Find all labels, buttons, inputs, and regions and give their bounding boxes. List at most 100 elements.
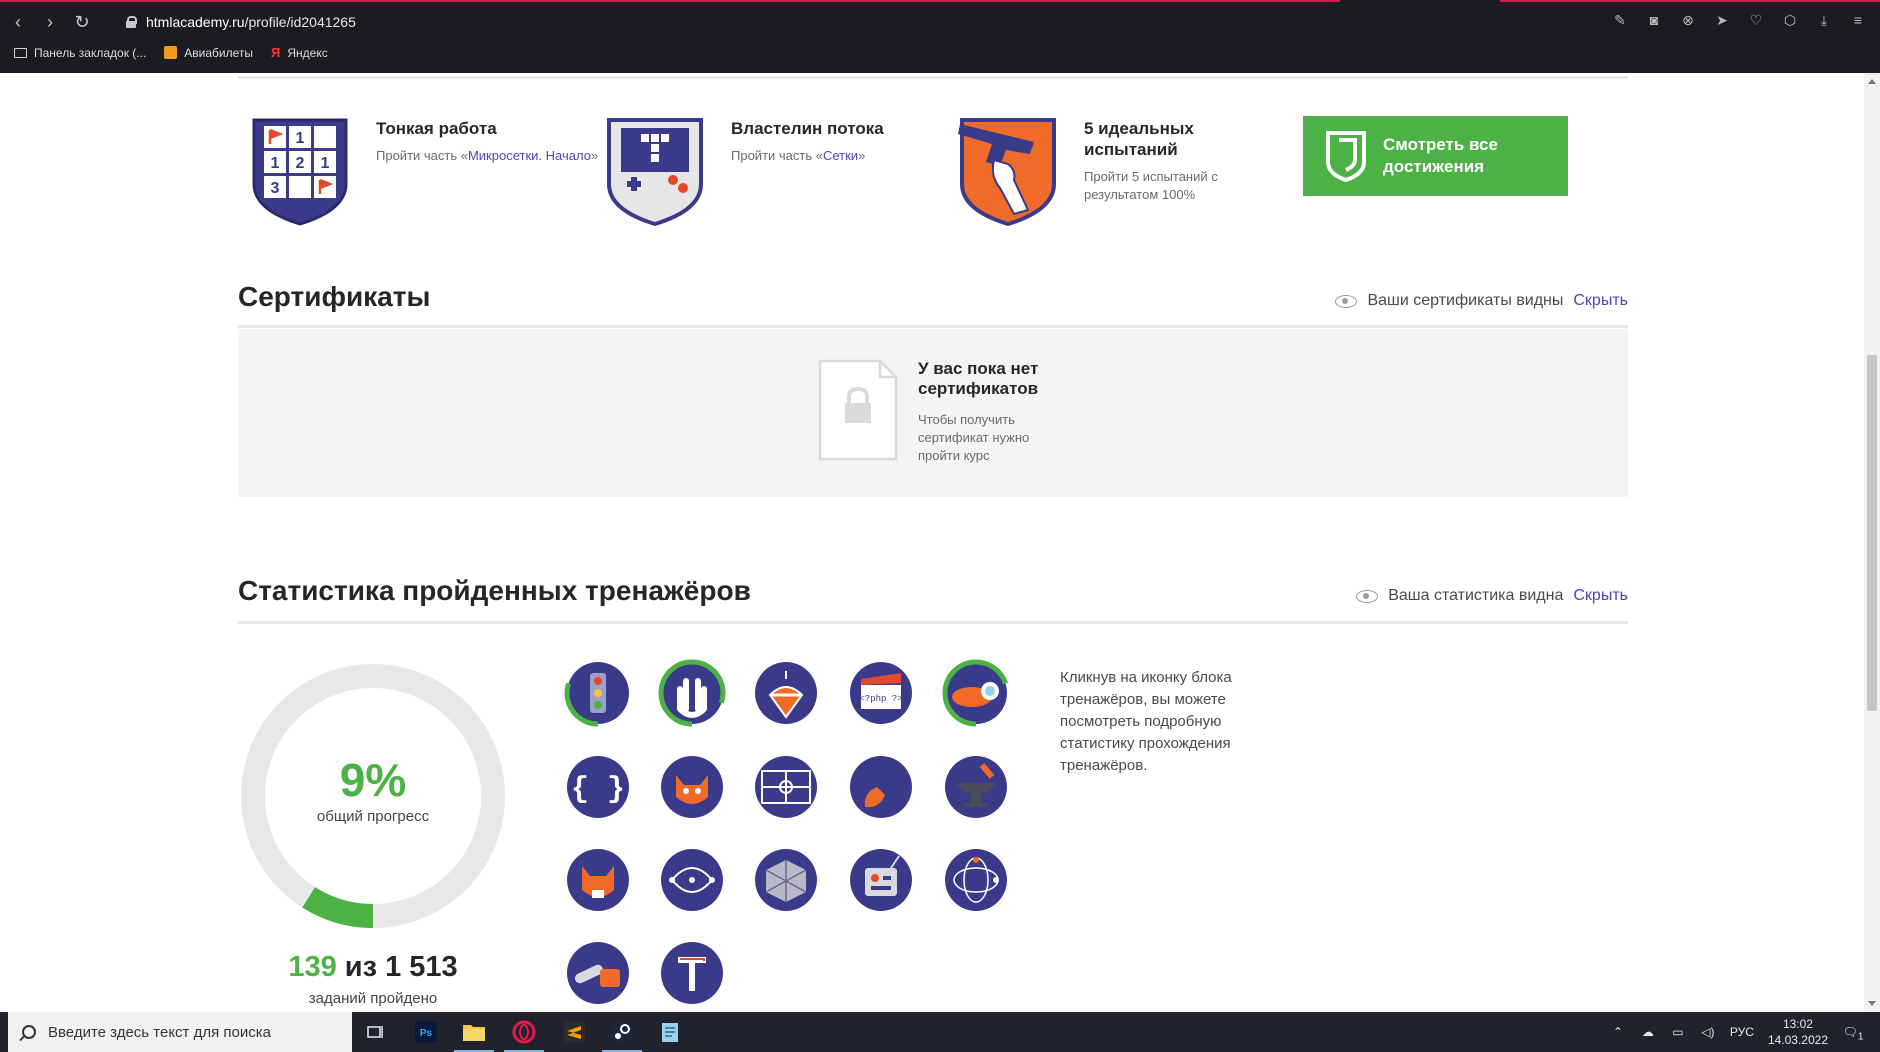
stats-title: Статистика пройденных тренажёров (238, 575, 751, 606)
task-view-button[interactable] (352, 1012, 400, 1052)
camera-icon[interactable]: ◙ (1646, 12, 1662, 28)
menu-icon[interactable]: ≡ (1850, 12, 1866, 28)
svg-text:2: 2 (296, 155, 305, 172)
tasks-total: 1 513 (385, 951, 458, 983)
remote-control-icon (850, 849, 912, 911)
cube-grid-icon (755, 849, 817, 911)
trainer-block-5[interactable] (942, 659, 1010, 727)
trainer-block-2[interactable] (658, 659, 726, 727)
download-icon[interactable]: ⤓ (1816, 12, 1832, 28)
trainer-block-9[interactable] (847, 753, 915, 821)
achievement-card[interactable]: 5 идеальных испытаний Пройти 5 испытаний… (956, 114, 1234, 226)
achievement-title: Властелин потока (731, 119, 884, 138)
system-tray: ⌃ ☁ ▭ ◁) РУС 13:02 14.03.2022 🗨1 (1610, 1012, 1880, 1052)
sports-field-icon (755, 756, 817, 818)
opera-gx-app[interactable] (500, 1012, 548, 1052)
trainer-block-15[interactable] (942, 846, 1010, 914)
edit-icon[interactable]: ✎ (1612, 12, 1628, 28)
trainer-block-11[interactable] (564, 846, 632, 914)
search-icon (22, 1025, 36, 1039)
trainer-block-7[interactable] (658, 753, 726, 821)
folder-icon (14, 47, 27, 58)
curly-braces-icon: { } (567, 756, 629, 818)
pistol-badge-icon (958, 118, 1056, 226)
bookmarks-bar: Панель закладок (... Авиабилеты Я Яндекс (14, 45, 328, 60)
achievement-title: 5 идеальных испытаний (1084, 119, 1194, 159)
forward-icon[interactable]: › (38, 10, 62, 34)
scroll-up-icon[interactable] (1868, 79, 1876, 84)
file-explorer-app[interactable] (450, 1012, 498, 1052)
chevron-up-icon[interactable]: ⌃ (1610, 1025, 1626, 1039)
trainer-block-6[interactable]: { } (564, 753, 632, 821)
certificates-visibility: Ваши сертификаты видны Скрыть (1335, 292, 1628, 310)
back-icon[interactable]: ‹ (6, 10, 30, 34)
tasks-count: 139 из 1 513 (288, 951, 458, 983)
trainer-block-12[interactable] (658, 846, 726, 914)
reload-icon[interactable]: ↻ (70, 10, 94, 34)
view-all-achievements-button[interactable]: Смотреть все достижения (1303, 116, 1568, 196)
trainer-block-14[interactable] (847, 846, 915, 914)
trainer-block-4[interactable]: <?php ?> (847, 659, 915, 727)
gameboy-badge-icon (607, 118, 703, 226)
svg-text:Ps: Ps (420, 1028, 433, 1039)
scroll-down-icon[interactable] (1868, 1001, 1876, 1006)
progress-label: общий прогресс (316, 808, 430, 825)
photoshop-app[interactable]: Ps (402, 1012, 450, 1052)
tasks-done: 139 (288, 951, 337, 983)
stats-hide-link[interactable]: Скрыть (1573, 587, 1628, 605)
spinning-top-icon (755, 662, 817, 724)
trainer-block-1[interactable] (564, 659, 632, 727)
cloud-icon[interactable]: ☁ (1640, 1025, 1656, 1039)
yandex-icon: Я (271, 45, 281, 60)
heart-icon[interactable]: ♡ (1748, 12, 1764, 28)
submarine-icon (942, 659, 1010, 727)
divider (238, 621, 1628, 624)
page-scrollbar[interactable] (1864, 73, 1880, 1012)
network-icon[interactable]: ▭ (1670, 1025, 1686, 1039)
tab-indicator (1500, 0, 1880, 2)
taskbar-search[interactable]: Введите здесь текст для поиска (8, 1012, 352, 1052)
certificates-title: Сертификаты (238, 281, 431, 312)
minesweeper-badge-icon: 11 2 13 (252, 118, 348, 226)
fox-cup-icon (567, 849, 629, 911)
sublime-app[interactable] (550, 1012, 598, 1052)
achievement-link[interactable]: Сетки (823, 148, 858, 163)
view-all-achievements-label: Смотреть все достижения (1383, 135, 1498, 176)
svg-text:3: 3 (271, 180, 280, 197)
typography-t-icon (661, 942, 723, 1004)
divider (238, 325, 1628, 328)
achievement-link[interactable]: Микросетки. Начало (468, 148, 591, 163)
send-icon[interactable]: ➤ (1714, 12, 1730, 28)
bookmark-folder[interactable]: Панель закладок (... (14, 46, 146, 60)
achievement-desc: Пройти часть «Сетки» (731, 148, 866, 163)
cube-icon[interactable]: ⬡ (1782, 12, 1798, 28)
taskbar-search-placeholder: Введите здесь текст для поиска (48, 1023, 271, 1041)
trainer-block-3[interactable] (752, 659, 820, 727)
trainer-block-13[interactable] (752, 846, 820, 914)
locked-document-icon (818, 359, 898, 461)
trainer-block-16[interactable] (564, 939, 632, 1007)
certificates-empty-title: У вас пока нет сертификатов (918, 359, 1039, 398)
trainer-block-17[interactable] (658, 939, 726, 1007)
stats-visibility: Ваша статистика видна Скрыть (1356, 587, 1628, 605)
notifications-icon[interactable]: 🗨1 (1842, 1025, 1864, 1042)
svg-text:1: 1 (321, 155, 330, 172)
notepad-app[interactable] (646, 1012, 694, 1052)
scrollbar-thumb[interactable] (1867, 355, 1877, 711)
address-bar[interactable]: htmlacademy.ru/profile/id2041265 (126, 11, 356, 33)
achievement-card[interactable]: 11213 Тонкая работа Пройти часть «Микрос… (248, 114, 598, 226)
language-indicator[interactable]: РУС (1730, 1025, 1754, 1039)
volume-icon[interactable]: ◁) (1700, 1025, 1716, 1039)
windows-taskbar: Введите здесь текст для поиска Ps ⌃ ☁ ▭ … (0, 1012, 1880, 1052)
steam-app[interactable] (598, 1012, 646, 1052)
trainer-block-10[interactable] (942, 753, 1010, 821)
trainer-block-8[interactable] (752, 753, 820, 821)
block-icon[interactable]: ⊗ (1680, 12, 1696, 28)
orbit-nodes-icon (945, 849, 1007, 911)
clock[interactable]: 13:02 14.03.2022 (1768, 1016, 1828, 1048)
achievement-card[interactable]: Властелин потока Пройти часть «Сетки» (603, 114, 884, 226)
certificates-hide-link[interactable]: Скрыть (1573, 292, 1628, 310)
traffic-light-icon (564, 659, 632, 727)
bookmark-yandex[interactable]: Я Яндекс (271, 45, 328, 60)
bookmark-avia[interactable]: Авиабилеты (164, 46, 253, 60)
